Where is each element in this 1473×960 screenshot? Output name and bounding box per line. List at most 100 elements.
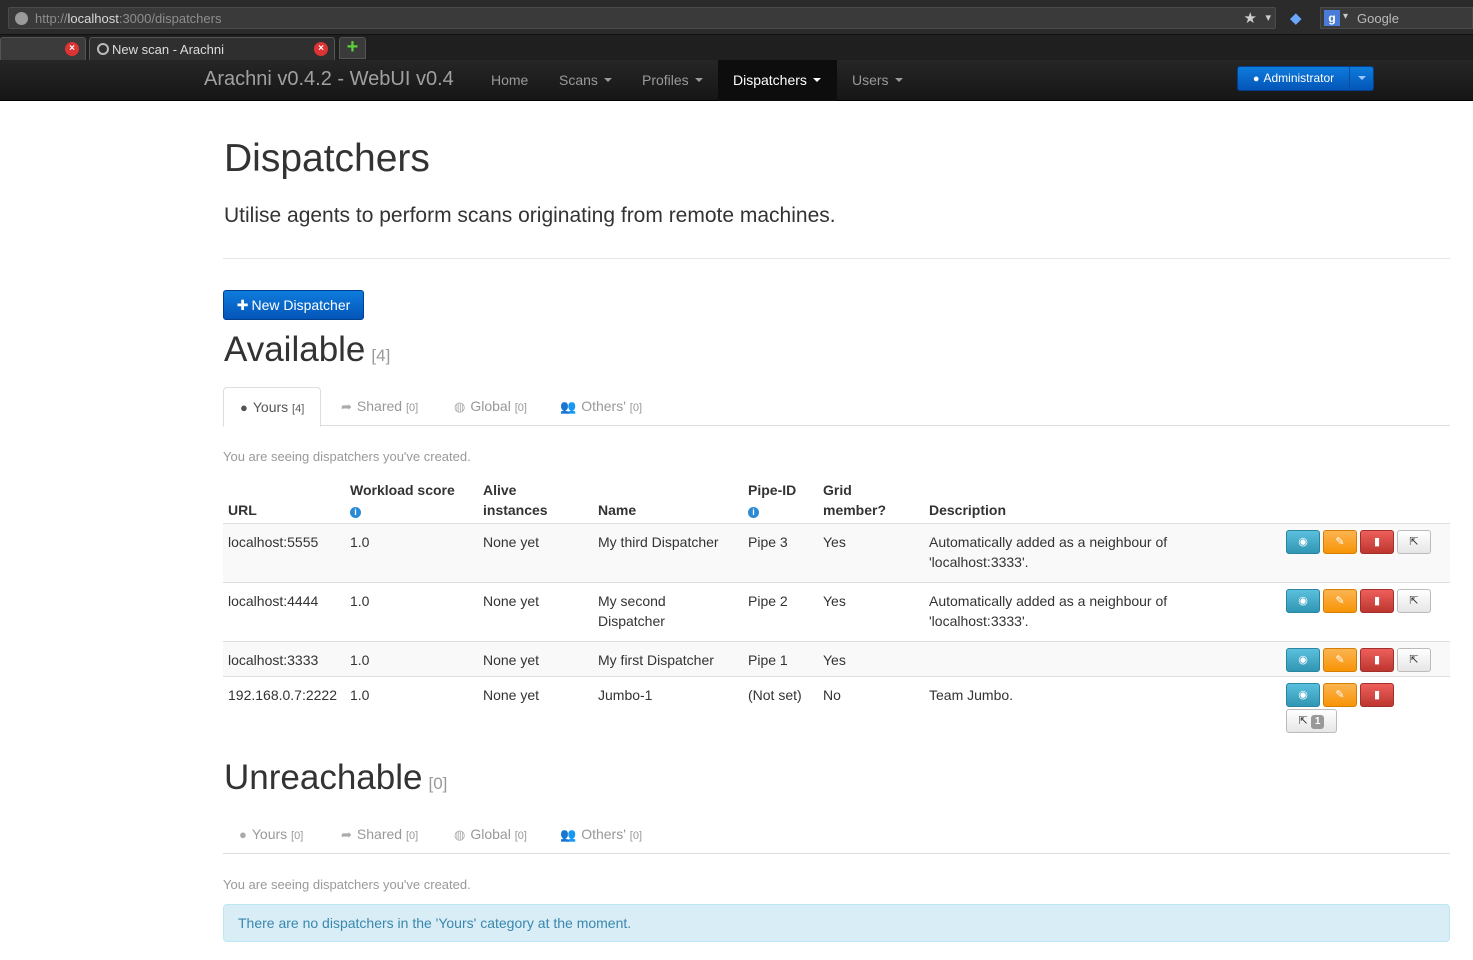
- nav-users[interactable]: Users: [837, 60, 918, 101]
- delete-button[interactable]: ▮: [1360, 530, 1394, 554]
- new-dispatcher-button[interactable]: ✚ New Dispatcher: [223, 290, 364, 320]
- col-name[interactable]: Name: [598, 500, 636, 520]
- view-button[interactable]: ◉: [1286, 530, 1320, 554]
- tab-unreachable-yours[interactable]: ● Yours [0]: [223, 815, 319, 854]
- app-navbar: Arachni v0.4.2 - WebUI v0.4 Home Scans P…: [0, 60, 1473, 101]
- tab-unreachable-global[interactable]: ◍ Global [0]: [438, 815, 543, 854]
- unreachable-hint: You are seeing dispatchers you've create…: [223, 877, 471, 892]
- share-icon: ➦: [341, 399, 352, 414]
- divider: [223, 258, 1450, 259]
- group-icon: 👥: [560, 399, 577, 414]
- brand[interactable]: Arachni v0.4.2 - WebUI v0.4: [204, 68, 454, 91]
- share-button[interactable]: ⇱: [1397, 530, 1431, 554]
- delete-button[interactable]: ▮: [1360, 683, 1394, 707]
- history-dropdown-icon[interactable]: ▾: [1265, 11, 1271, 24]
- view-button[interactable]: ◉: [1286, 589, 1320, 613]
- view-button[interactable]: ◉: [1286, 648, 1320, 672]
- caret-down-icon: [894, 78, 903, 83]
- new-tab-button[interactable]: +: [339, 37, 366, 59]
- cell-description: Automatically added as a neighbour of 'l…: [929, 534, 1168, 570]
- caret-down-icon: [603, 78, 612, 83]
- share-icon: ⇱: [1409, 536, 1419, 548]
- trash-icon: ▮: [1373, 689, 1381, 701]
- share-button[interactable]: ⇱: [1397, 648, 1431, 672]
- cell-grid: Yes: [823, 593, 846, 609]
- delete-button[interactable]: ▮: [1360, 648, 1394, 672]
- tab-unreachable-others[interactable]: 👥 Others' [0]: [544, 815, 658, 854]
- trash-icon: ▮: [1373, 595, 1381, 607]
- available-hint: You are seeing dispatchers you've create…: [223, 449, 471, 464]
- tab-available-global[interactable]: ◍ Global [0]: [438, 387, 543, 426]
- cell-description: Team Jumbo.: [929, 687, 1014, 703]
- col-grid[interactable]: Grid member?: [823, 480, 886, 520]
- unreachable-count: [0]: [428, 774, 448, 793]
- favicon-icon: [97, 43, 109, 55]
- user-menu-button[interactable]: ● Administrator: [1237, 66, 1374, 91]
- caret-down-icon: [812, 78, 821, 83]
- edit-button[interactable]: ✎: [1323, 683, 1357, 707]
- eye-icon: ◉: [1298, 536, 1308, 548]
- user-icon: ●: [239, 827, 247, 842]
- cell-grid: No: [823, 687, 841, 703]
- nav-profiles[interactable]: Profiles: [627, 60, 718, 101]
- table-row: localhost:4444 1.0 None yet My second Di…: [223, 583, 1450, 642]
- bookmark-star-icon[interactable]: ★: [1244, 9, 1257, 27]
- info-icon[interactable]: i: [748, 507, 759, 518]
- caret-down-icon: [1358, 75, 1366, 80]
- search-engine-dropdown-icon[interactable]: ▾: [1343, 11, 1348, 22]
- col-alive[interactable]: Alive instances: [483, 480, 548, 520]
- browser-search-placeholder: Google: [1357, 11, 1399, 26]
- eye-icon: ◉: [1298, 689, 1308, 701]
- edit-button[interactable]: ✎: [1323, 589, 1357, 613]
- nav-home[interactable]: Home: [476, 60, 543, 101]
- cell-grid: Yes: [823, 534, 846, 550]
- cell-score: 1.0: [350, 687, 370, 703]
- nav-dispatchers[interactable]: Dispatchers: [718, 60, 837, 101]
- cell-url: 192.168.0.7:2222: [228, 687, 337, 703]
- pencil-icon: ✎: [1335, 536, 1345, 548]
- address-text[interactable]: http://localhost:3000/dispatchers: [35, 11, 221, 26]
- browser-search-box[interactable]: g ▾ Google: [1320, 7, 1473, 29]
- google-icon[interactable]: g: [1324, 10, 1340, 26]
- col-url[interactable]: URL: [228, 500, 257, 520]
- user-icon: ●: [1252, 73, 1260, 85]
- col-description[interactable]: Description: [929, 500, 1006, 520]
- cell-pipe: (Not set): [748, 687, 802, 703]
- delete-button[interactable]: ▮: [1360, 589, 1394, 613]
- group-icon: 👥: [560, 827, 577, 842]
- edit-button[interactable]: ✎: [1323, 648, 1357, 672]
- address-bar[interactable]: http://localhost:3000/dispatchers ★ ▾: [8, 7, 1276, 29]
- addon-icon[interactable]: ◆: [1290, 9, 1308, 27]
- close-icon[interactable]: ×: [65, 42, 79, 56]
- col-workload[interactable]: Workload score i: [350, 480, 455, 520]
- globe-icon: ◍: [454, 827, 466, 842]
- cell-score: 1.0: [350, 652, 370, 668]
- info-icon[interactable]: i: [350, 507, 361, 518]
- share-button[interactable]: ⇱ 1: [1286, 709, 1337, 733]
- cell-name: Jumbo-1: [598, 687, 653, 703]
- available-heading: Available [4]: [224, 330, 391, 369]
- table-row: localhost:3333 1.0 None yet My first Dis…: [223, 642, 1450, 677]
- user-button-main[interactable]: ● Administrator: [1238, 67, 1350, 90]
- user-dropdown-toggle[interactable]: [1350, 67, 1374, 90]
- tab-available-shared[interactable]: ➦ Shared [0]: [325, 387, 434, 426]
- cell-pipe: Pipe 2: [748, 593, 788, 609]
- tab-unreachable-shared[interactable]: ➦ Shared [0]: [325, 815, 434, 854]
- col-pipe[interactable]: Pipe-ID i: [748, 480, 796, 520]
- unreachable-tabs: ● Yours [0] ➦ Shared [0] ◍ Global [0] 👥 Othe…: [223, 815, 1450, 854]
- cell-url: localhost:3333: [228, 652, 319, 668]
- tab-available-others[interactable]: 👥 Others' [0]: [544, 387, 658, 426]
- nav-scans[interactable]: Scans: [544, 60, 627, 101]
- share-button[interactable]: ⇱: [1397, 589, 1431, 613]
- close-icon[interactable]: ×: [314, 42, 328, 56]
- browser-tab-2[interactable]: New scan - Arachni ×: [89, 37, 335, 60]
- edit-button[interactable]: ✎: [1323, 530, 1357, 554]
- cell-alive: None yet: [483, 593, 540, 609]
- caret-down-icon: [694, 78, 703, 83]
- cell-alive: None yet: [483, 687, 540, 703]
- browser-tab-1[interactable]: ×: [0, 37, 86, 60]
- tab-available-yours[interactable]: ● Yours [4]: [223, 387, 322, 427]
- cell-name: My third Dispatcher: [598, 534, 719, 550]
- view-button[interactable]: ◉: [1286, 683, 1320, 707]
- trash-icon: ▮: [1373, 654, 1381, 666]
